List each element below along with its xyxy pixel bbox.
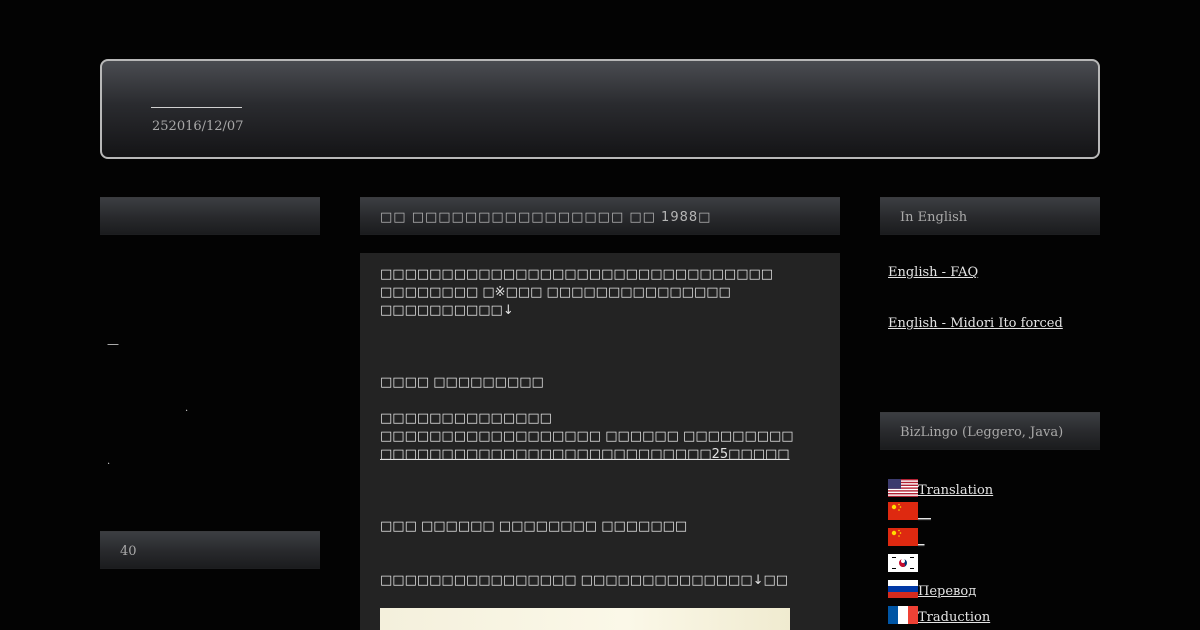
us-flag-icon [888,479,918,497]
in-english-header: In English [880,197,1100,235]
left-sidebar-header [100,197,320,235]
post-line: □□□ □□□□□□ □□□□□□□□ □□□□□□□ [380,519,688,534]
post-line: □□□□□□□□□□□□□□□□□□□□□□□□□□□□□□□□ [380,267,774,282]
post-line: □□□□□□□□ □※□□□ □□□□□□□□□□□□□□□ [380,285,731,300]
ru-flag-icon [888,580,918,598]
sidebar-dot: . [185,403,189,414]
post-line: □□□□□□□□□□↓ [380,303,514,318]
language-label[interactable]: Translation [918,483,993,498]
site-title[interactable] [151,107,242,108]
language-label[interactable]: Перевод [918,584,976,599]
bizlingo-header: BizLingo (Leggero, Java) [880,412,1100,450]
post-line: □□□□□□□□□□□□□□□□ □□□□□□□□□□□□□□↓□□ [380,573,789,588]
left-sidebar-count-bar: 40 [100,531,320,569]
site-header: 252016/12/07 [100,59,1100,159]
sidebar-dash: — [107,337,119,351]
language-label[interactable]: _ [918,532,925,547]
post-body: □□□□□□□□□□□□□□□□□□□□□□□□□□□□□□□□ □□□□□□□… [360,253,840,630]
post-link[interactable]: □□□□□□□□□□□□□□□□□□□□□□□□□□□25□□□□□ [380,447,790,462]
fr-flag-icon [888,606,918,624]
cn-flag-icon [888,502,918,520]
post-line: □□□□ □□□□□□□□□ [380,375,544,390]
kr-flag-icon [888,554,918,572]
cn-flag-icon [888,528,918,546]
english-midori-link[interactable]: English - Midori Ito forced [888,316,1063,331]
post-line: □□□□□□□□□□□□□□□□□□ □□□□□□ □□□□□□□□□ [380,429,794,444]
language-label[interactable]: __ [918,506,931,521]
post-line: □□□□□□□□□□□□□□ [380,411,552,426]
post-date: 252016/12/07 [152,119,244,134]
sidebar-dot: . [107,456,111,467]
language-label[interactable]: Traduction [918,610,990,625]
post-title[interactable]: □□ □□□□□□□□□□□□□□□□ □□ 1988□ [360,197,840,235]
english-faq-link[interactable]: English - FAQ [888,265,978,280]
post-image[interactable] [380,608,790,630]
